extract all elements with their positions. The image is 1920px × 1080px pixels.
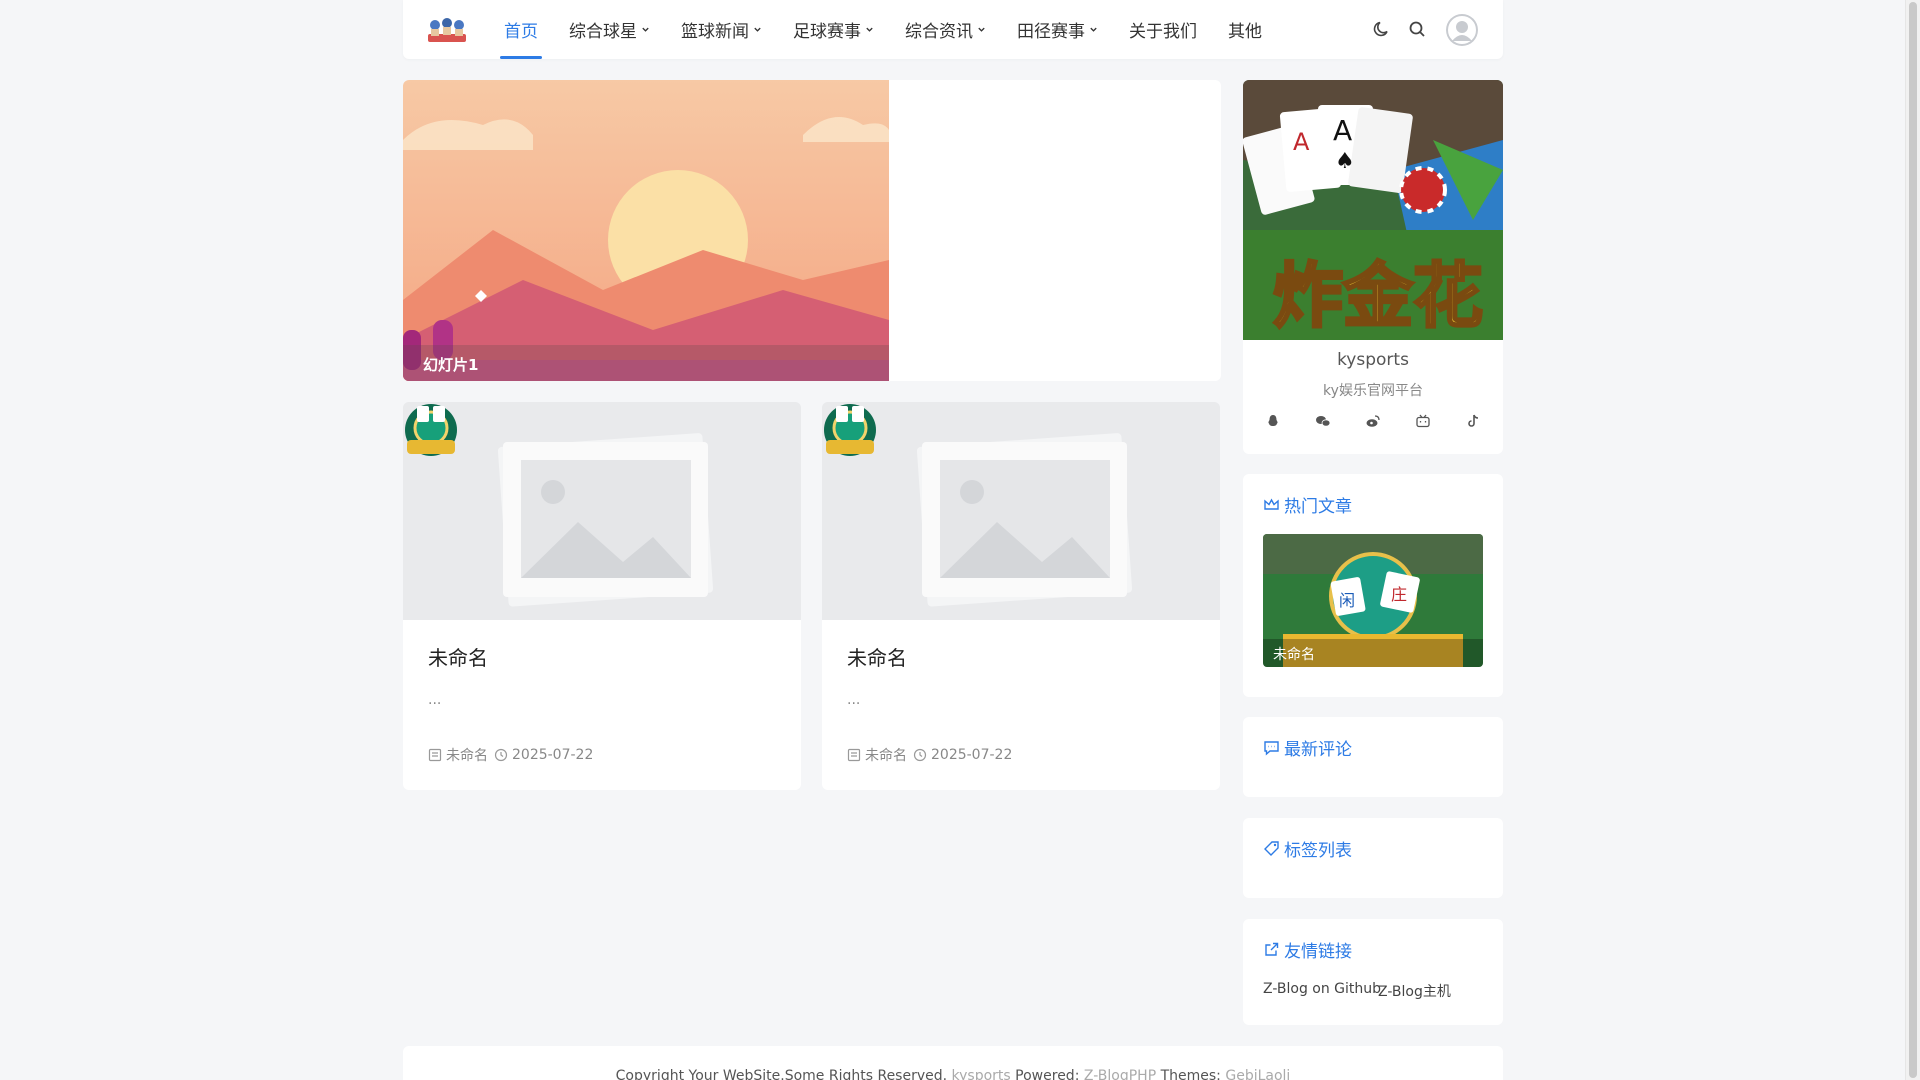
weibo-icon[interactable]: [1365, 413, 1381, 429]
crown-icon: [1264, 498, 1279, 510]
image-placeholder-icon: [822, 402, 1220, 620]
svg-text:炸金花: 炸金花: [1273, 255, 1483, 337]
folder-icon: [428, 748, 442, 762]
widget-title-text: 热门文章: [1284, 497, 1352, 517]
comment-icon: [1264, 741, 1279, 756]
widget-title-text: 友情链接: [1284, 942, 1352, 962]
post-card[interactable]: 未命名 ... 未命名 2025-07-22: [403, 402, 801, 790]
clock-icon: [913, 748, 927, 762]
svg-text:闲: 闲: [1339, 591, 1355, 610]
post-category[interactable]: 未命名: [865, 745, 907, 765]
nav-label: 足球赛事: [793, 22, 861, 42]
post-excerpt: ...: [428, 692, 442, 708]
post-date: 2025-07-22: [512, 747, 594, 763]
post-thumbnail[interactable]: [822, 402, 1220, 620]
svg-text:庄: 庄: [1391, 585, 1407, 604]
baccarat-badge-icon: [824, 404, 876, 456]
slide-caption: 幻灯片1: [403, 345, 889, 381]
user-avatar[interactable]: [1446, 14, 1478, 46]
user-icon: [1446, 14, 1478, 46]
chevron-down-icon: [1090, 27, 1097, 32]
widget-title: 最新评论: [1263, 735, 1352, 760]
chevron-down-icon: [754, 27, 761, 32]
widget-title-text: 标签列表: [1284, 841, 1352, 861]
nav-item-news[interactable]: 综合资讯: [901, 0, 990, 59]
latest-comments-widget: 最新评论: [1243, 717, 1503, 797]
hero-slider[interactable]: 幻灯片1: [403, 80, 1221, 381]
nav-item-home[interactable]: 首页: [500, 0, 542, 59]
svg-text:A: A: [1333, 114, 1352, 147]
nav-item-about[interactable]: 关于我们: [1125, 0, 1201, 59]
post-meta: 未命名 2025-07-22: [428, 745, 593, 765]
tag-list-widget: 标签列表: [1243, 818, 1503, 898]
external-link-icon: [1265, 942, 1279, 956]
site-footer: Copyright Your WebSite.Some Rights Reser…: [403, 1046, 1503, 1080]
clock-icon: [494, 748, 508, 762]
themes-label: Themes:: [1160, 1068, 1221, 1080]
hot-post-title: 未命名: [1263, 639, 1483, 667]
svg-text:A: A: [1293, 128, 1310, 156]
nav-label: 综合球星: [569, 22, 637, 42]
baccarat-badge-icon: [405, 404, 457, 456]
post-category[interactable]: 未命名: [446, 745, 488, 765]
post-excerpt: ...: [847, 692, 861, 708]
nav-item-track[interactable]: 田径赛事: [1013, 0, 1102, 59]
post-title[interactable]: 未命名: [428, 642, 488, 671]
hot-post-item[interactable]: 闲 庄 未命名: [1263, 534, 1483, 667]
nav-label: 篮球新闻: [681, 22, 749, 42]
tiktok-icon[interactable]: [1465, 413, 1481, 429]
bilibili-icon[interactable]: [1415, 413, 1431, 429]
site-header: 首页 综合球星 篮球新闻 足球赛事 综合资讯 田径赛事 关于我们 其他: [403, 0, 1503, 59]
post-date: 2025-07-22: [931, 747, 1013, 763]
nav-label: 关于我们: [1129, 22, 1197, 42]
folder-icon: [847, 748, 861, 762]
post-meta: 未命名 2025-07-22: [847, 745, 1012, 765]
profile-desc: ky娱乐官网平台: [1323, 383, 1423, 399]
page-scrollbar[interactable]: [1905, 0, 1920, 1080]
widget-title: 标签列表: [1263, 836, 1352, 861]
chevron-down-icon: [978, 27, 985, 32]
footer-site-link[interactable]: kysports: [952, 1068, 1011, 1080]
moon-icon[interactable]: [1372, 19, 1392, 39]
footer-text: Copyright Your WebSite.Some Rights Reser…: [403, 1068, 1503, 1080]
nav-label: 田径赛事: [1017, 22, 1085, 42]
slide-image: [403, 80, 889, 381]
post-thumbnail[interactable]: [403, 402, 801, 620]
tag-icon: [1264, 841, 1279, 856]
qq-icon[interactable]: [1265, 413, 1281, 429]
post-title[interactable]: 未命名: [847, 642, 907, 671]
nav-label: 综合资讯: [905, 22, 973, 42]
search-icon[interactable]: [1407, 19, 1427, 39]
post-card[interactable]: 未命名 ... 未命名 2025-07-22: [822, 402, 1220, 790]
main-nav: 首页 综合球星 篮球新闻 足球赛事 综合资讯 田径赛事 关于我们 其他: [500, 0, 1289, 59]
powered-label: Powered:: [1015, 1068, 1080, 1080]
friend-links-widget: 友情链接 Z-Blog on Github Z-Blog主机: [1243, 919, 1503, 1025]
footer-theme-link[interactable]: GebiLaoli: [1225, 1068, 1290, 1080]
nav-label: 其他: [1228, 22, 1262, 42]
svg-text:♠: ♠: [1335, 149, 1355, 174]
nav-label: 首页: [504, 22, 538, 42]
chevron-down-icon: [642, 27, 649, 32]
nav-item-stars[interactable]: 综合球星: [565, 0, 654, 59]
link-zblog-host[interactable]: Z-Blog主机: [1378, 981, 1451, 1001]
image-placeholder-icon: [403, 402, 801, 620]
profile-cover-image: A ♠ A 炸金花: [1243, 80, 1503, 340]
site-logo[interactable]: [428, 16, 466, 42]
nav-item-basketball[interactable]: 篮球新闻: [677, 0, 766, 59]
scrollbar-thumb[interactable]: [1909, 2, 1917, 1078]
copyright-text: Copyright Your WebSite.Some Rights Reser…: [615, 1068, 948, 1080]
widget-title: 热门文章: [1263, 492, 1352, 517]
footer-powered-link[interactable]: Z-BlogPHP: [1084, 1068, 1156, 1080]
profile-name: kysports: [1337, 350, 1409, 370]
nav-item-other[interactable]: 其他: [1224, 0, 1266, 59]
link-zblog-github[interactable]: Z-Blog on Github: [1263, 981, 1381, 997]
nav-item-football[interactable]: 足球赛事: [789, 0, 878, 59]
chevron-down-icon: [866, 27, 873, 32]
profile-widget: A ♠ A 炸金花 kysports ky娱乐官网平台: [1243, 80, 1503, 454]
wechat-icon[interactable]: [1315, 413, 1331, 429]
widget-title: 友情链接: [1263, 937, 1352, 962]
hot-posts-widget: 热门文章 闲 庄 未命名: [1243, 474, 1503, 697]
widget-title-text: 最新评论: [1284, 740, 1352, 760]
